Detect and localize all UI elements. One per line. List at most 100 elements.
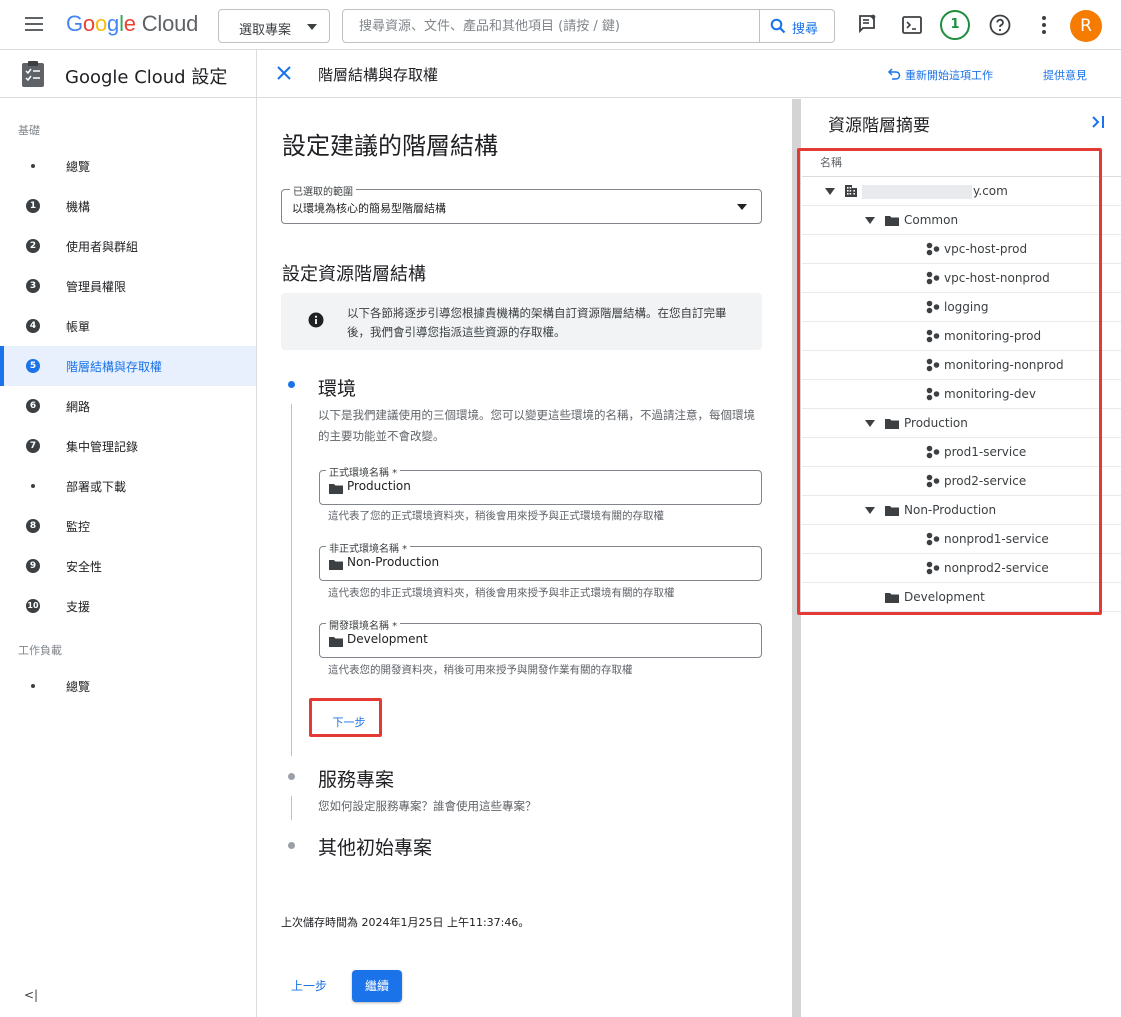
dropdown-caret-icon [737, 204, 747, 210]
field-help-text: 這代表了您的正式環境資料夾，稍後會用來授予與正式環境有關的存取權 [328, 510, 664, 522]
logo-letter: G [66, 11, 83, 36]
logo-letter: o [94, 11, 108, 36]
close-icon[interactable] [274, 63, 294, 83]
sidebar-item-label: 監控 [66, 520, 91, 534]
google-cloud-logo[interactable]: Google Cloud [66, 11, 198, 37]
logo-letter: g [107, 11, 120, 36]
step-connector-line [291, 404, 292, 756]
collapse-panel-icon[interactable] [1089, 114, 1107, 130]
logo-google-text: Google [66, 11, 136, 36]
top-app-bar: Google Cloud 選取專案 搜尋 1 R [0, 0, 1121, 50]
development-env-field: 開發環境名稱 * [319, 617, 762, 658]
search-input[interactable] [343, 10, 759, 42]
search-button[interactable]: 搜尋 [759, 10, 835, 42]
more-vert-icon[interactable] [1032, 13, 1056, 37]
notification-count-badge[interactable]: 1 [940, 10, 970, 40]
undo-icon [887, 68, 901, 80]
sidebar-item-label: 網路 [66, 400, 91, 414]
sidebar-item-label: 總覽 [66, 680, 91, 694]
sidebar-item-security[interactable]: 9 安全性 [0, 546, 256, 586]
folder-icon [329, 560, 343, 570]
restart-task-label: 重新開始這項工作 [905, 69, 993, 82]
account-avatar[interactable]: R [1070, 10, 1102, 42]
sidebar-item-networking[interactable]: 6 網路 [0, 386, 256, 426]
sidebar-item-users-groups[interactable]: 2 使用者與群組 [0, 226, 256, 266]
hierarchy-form: 設定建議的階層結構 已選取的範圍 以環境為核心的簡易型階層結構 設定資源階層結構… [257, 99, 791, 1017]
annotation-highlight-box [797, 148, 1102, 615]
step-connector-line [291, 796, 292, 820]
cloud-shell-icon[interactable] [900, 13, 924, 37]
step-indicator [288, 842, 295, 849]
sidebar-item-centralized-logging[interactable]: 7 集中管理記錄 [0, 426, 256, 466]
sidebar-title: Google Cloud 設定 [65, 67, 228, 88]
step-dot-icon [31, 164, 35, 168]
restart-task-link[interactable]: 重新開始這項工作 [887, 67, 993, 83]
field-label: 正式環境名稱 * [326, 464, 401, 479]
development-env-input[interactable] [347, 632, 747, 646]
project-picker-label: 選取專案 [239, 23, 292, 38]
main-menu-icon[interactable] [22, 14, 46, 36]
field-label: 開發環境名稱 * [326, 617, 401, 632]
sidebar-item-overview[interactable]: 總覽 [0, 146, 256, 186]
sidebar-item-label: 帳單 [66, 320, 91, 334]
sidebar-item-support[interactable]: 10 支援 [0, 586, 256, 626]
step-number-badge: 4 [26, 319, 40, 333]
info-banner-text: 以下各節將逐步引導您根據貴機構的架構自訂資源階層結構。在您自訂完畢後，我們會引導… [347, 306, 727, 339]
continue-button[interactable]: 繼續 [352, 970, 402, 1002]
field-help-text: 這代表您的開發資料夾，稍後可用來授予與開發作業有關的存取權 [328, 664, 633, 676]
info-banner: 以下各節將逐步引導您根據貴機構的架構自訂資源階層結構。在您自訂完畢後，我們會引導… [281, 293, 762, 350]
panel-title: 資源階層摘要 [828, 116, 930, 136]
sidebar-item-admin-access[interactable]: 3 管理員權限 [0, 266, 256, 306]
sidebar-item-organization[interactable]: 1 機構 [0, 186, 256, 226]
nonproduction-env-input[interactable] [347, 555, 747, 569]
page-title: 階層結構與存取權 [318, 66, 439, 84]
search-icon [770, 18, 786, 34]
sidebar-item-label: 支援 [66, 600, 91, 614]
scope-select[interactable]: 已選取的範圍 以環境為核心的簡易型階層結構 [281, 183, 762, 224]
step-dot-icon [31, 484, 35, 488]
release-notes-icon[interactable] [856, 13, 880, 37]
sidebar-item-monitoring[interactable]: 8 監控 [0, 506, 256, 546]
sidebar-item-label: 總覽 [66, 160, 91, 174]
scope-select-label: 已選取的範圍 [290, 183, 356, 198]
logo-letter: o [82, 11, 95, 36]
sidebar-section-workloads: 工作負載 [18, 644, 62, 657]
sidebar-item-workload-overview[interactable]: 總覽 [0, 666, 256, 706]
step-indicator-active [288, 381, 295, 388]
nonproduction-env-field: 非正式環境名稱 * [319, 540, 762, 581]
field-label: 非正式環境名稱 * [326, 540, 411, 555]
step-number-badge: 1 [26, 199, 40, 213]
step-dot-icon [31, 684, 35, 688]
step-number-badge: 5 [26, 359, 40, 373]
step-title-service-projects: 服務專案 [318, 769, 395, 791]
collapse-sidebar-button[interactable]: <| [24, 988, 38, 1002]
sidebar-item-billing[interactable]: 4 帳單 [0, 306, 256, 346]
sidebar-item-label: 安全性 [66, 560, 103, 574]
production-env-field: 正式環境名稱 * [319, 464, 762, 505]
previous-button[interactable]: 上一步 [291, 977, 327, 994]
production-env-input[interactable] [347, 479, 747, 493]
logo-cloud-text: Cloud [141, 11, 199, 36]
sidebar-item-label: 使用者與群組 [66, 240, 139, 254]
scope-select-value: 以環境為核心的簡易型階層結構 [292, 202, 446, 215]
sidebar-header: Google Cloud 設定 [0, 50, 257, 98]
folder-icon [329, 484, 343, 494]
sidebar-item-label: 集中管理記錄 [66, 440, 139, 454]
search-button-label: 搜尋 [792, 22, 819, 37]
step-number-badge: 7 [26, 439, 40, 453]
sidebar-item-label: 管理員權限 [66, 280, 127, 294]
field-help-text: 這代表您的非正式環境資料夾，稍後會用來授予與非正式環境有關的存取權 [328, 587, 675, 599]
help-icon[interactable] [988, 13, 1012, 37]
folder-icon [329, 637, 343, 647]
step-title-other-projects: 其他初始專案 [318, 837, 433, 859]
sidebar-item-label: 機構 [66, 200, 91, 214]
step-number-badge: 3 [26, 279, 40, 293]
form-heading: 設定建議的階層結構 [282, 132, 498, 160]
send-feedback-link[interactable]: 提供意見 [1043, 67, 1087, 83]
sidebar-item-hierarchy-access[interactable]: 5 階層結構與存取權 [0, 346, 256, 386]
project-picker-button[interactable]: 選取專案 [218, 9, 330, 43]
sidebar-item-deploy-download[interactable]: 部署或下載 [0, 466, 256, 506]
content-header: 階層結構與存取權 重新開始這項工作 提供意見 [257, 50, 1121, 98]
step-indicator [288, 773, 295, 780]
setup-sidebar: Google Cloud 設定 基礎 總覽 1 機構 2 使用者與群組 3 管理員權限… [0, 50, 257, 1017]
